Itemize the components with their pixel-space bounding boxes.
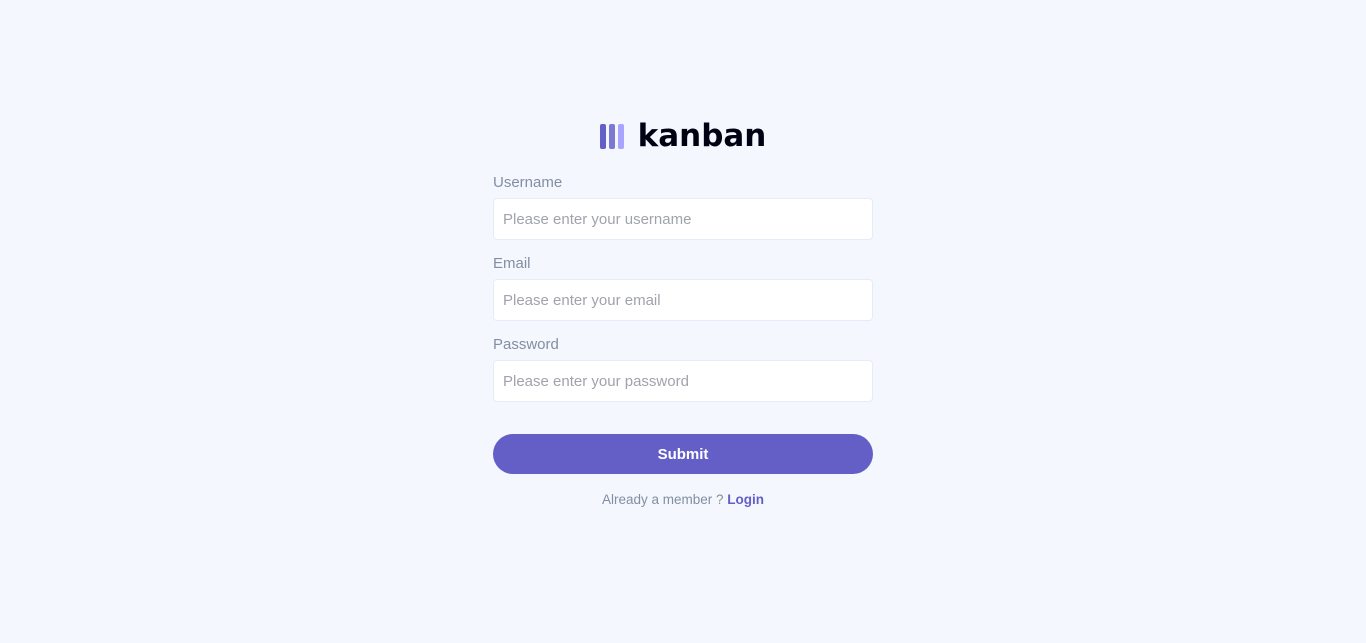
signup-form: kanban Username Email Password Submit Al… bbox=[493, 118, 873, 507]
brand-logo: kanban bbox=[493, 118, 873, 154]
password-input[interactable] bbox=[493, 360, 873, 402]
kanban-columns-icon bbox=[599, 123, 624, 149]
username-input[interactable] bbox=[493, 198, 873, 240]
password-field-group: Password bbox=[493, 336, 873, 402]
username-field-group: Username bbox=[493, 174, 873, 240]
email-label: Email bbox=[493, 255, 531, 272]
password-label: Password bbox=[493, 336, 559, 353]
brand-name: kanban bbox=[637, 118, 767, 154]
login-link[interactable]: Login bbox=[727, 492, 764, 507]
login-prompt-text: Already a member ? bbox=[601, 492, 724, 507]
username-label: Username bbox=[493, 174, 563, 191]
email-input[interactable] bbox=[493, 279, 873, 321]
login-prompt: Already a member ? Login bbox=[493, 492, 873, 507]
email-field-group: Email bbox=[493, 255, 873, 321]
submit-button[interactable]: Submit bbox=[493, 434, 873, 474]
